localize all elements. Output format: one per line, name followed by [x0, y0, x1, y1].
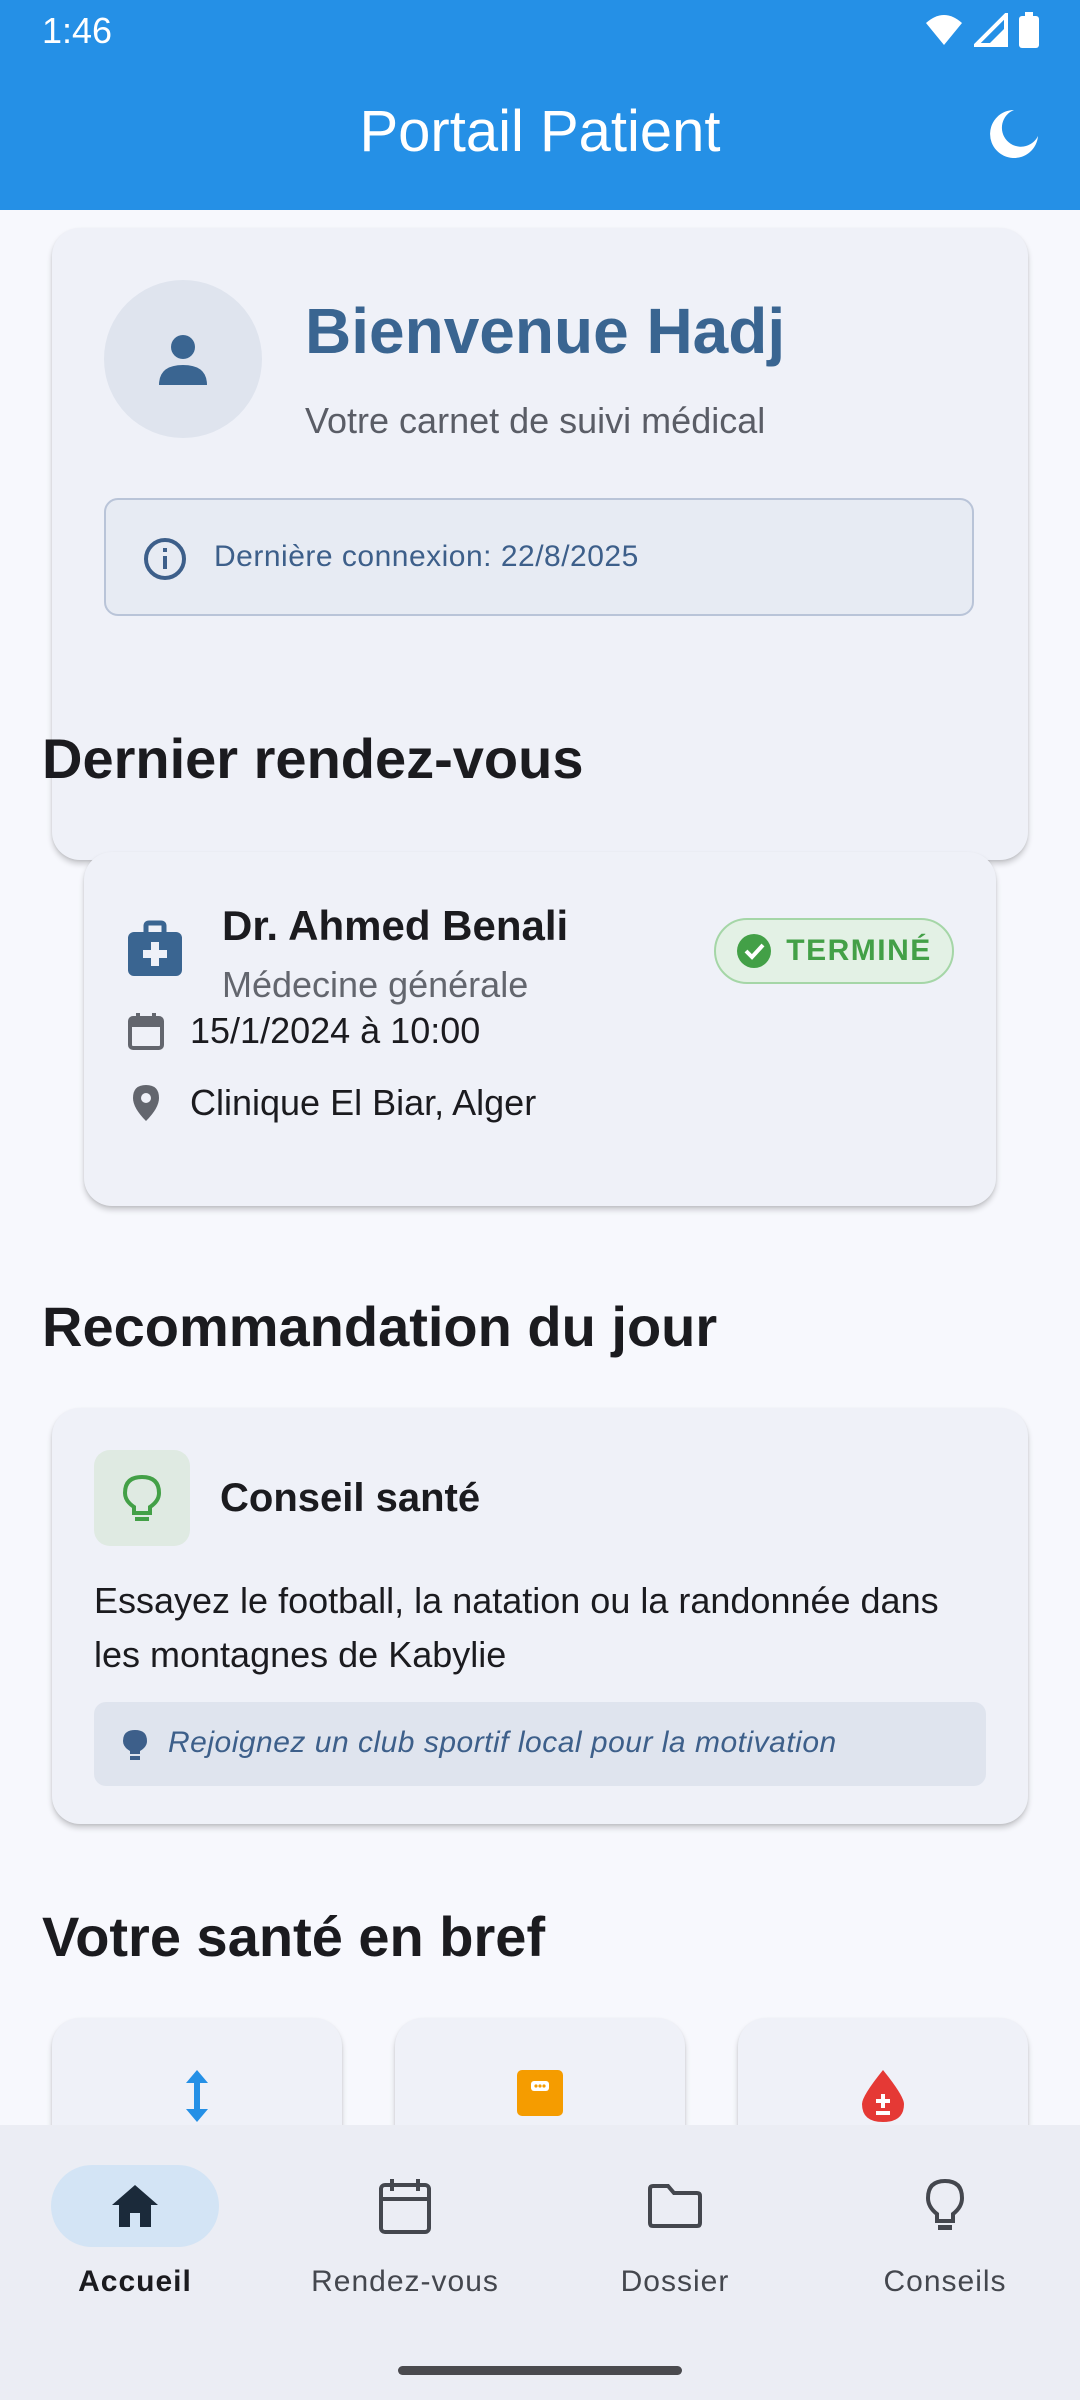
nav-item-conseils[interactable]: Conseils [810, 2165, 1080, 2325]
blood-type-icon [862, 2070, 904, 2122]
section-title-appointment: Dernier rendez-vous [42, 727, 584, 790]
tip-note-text: Rejoignez un club sportif local pour la … [168, 1726, 837, 1759]
section-title-health: Votre santé en bref [42, 1905, 546, 1968]
status-bar: 1:46 [0, 0, 1080, 62]
weight-note-icon [517, 2070, 563, 2116]
location-pin-icon [133, 1085, 159, 1121]
bottom-navigation: Accueil Rendez-vous Dossier Conseils [0, 2125, 1080, 2400]
tip-icon-container [94, 1450, 190, 1546]
nav-pill-active [51, 2165, 219, 2247]
nav-item-accueil[interactable]: Accueil [0, 2165, 270, 2325]
calendar-icon [379, 2179, 431, 2234]
appointment-location-row: Clinique El Biar, Alger [126, 1082, 536, 1124]
lightbulb-small-icon [123, 1730, 147, 1760]
main-content[interactable]: Bienvenue Hadj Votre carnet de suivi méd… [0, 210, 1080, 2125]
avatar [104, 280, 262, 438]
person-icon [159, 335, 207, 385]
appointment-datetime-row: 15/1/2024 à 10:00 [126, 1010, 480, 1052]
moon-icon [990, 110, 1038, 158]
tip-title: Conseil santé [220, 1476, 481, 1520]
status-badge-label: TERMINÉ [786, 934, 932, 967]
appointment-card[interactable]: Dr. Ahmed Benali Médecine générale TERMI… [84, 852, 996, 1206]
status-time: 1:46 [42, 10, 113, 51]
last-login-banner: Dernière connexion: 22/8/2025 [104, 498, 974, 616]
battery-icon [1019, 12, 1039, 48]
health-tip-card[interactable]: Conseil santé Essayez le football, la na… [52, 1408, 1028, 1824]
status-icons [924, 12, 1040, 48]
doctor-name: Dr. Ahmed Benali [222, 902, 569, 949]
lightbulb-icon [925, 2178, 965, 2230]
section-title-recommendation: Recommandation du jour [42, 1295, 718, 1358]
nav-label-rendez-vous: Rendez-vous [311, 2265, 499, 2298]
info-icon [144, 538, 186, 580]
last-login-text: Dernière connexion: 22/8/2025 [214, 540, 639, 573]
status-badge: TERMINÉ [714, 918, 954, 984]
welcome-subtitle: Votre carnet de suivi médical [305, 400, 766, 441]
home-indicator[interactable] [398, 2366, 682, 2375]
nav-label-conseils: Conseils [883, 2265, 1007, 2298]
wifi-icon [926, 15, 962, 45]
lightbulb-icon [122, 1474, 162, 1521]
doctor-specialty: Médecine générale [222, 964, 529, 1005]
app-title: Portail Patient [359, 99, 721, 164]
theme-toggle-button[interactable] [984, 104, 1044, 164]
tip-note: Rejoignez un club sportif local pour la … [94, 1702, 986, 1786]
appointment-location: Clinique El Biar, Alger [190, 1082, 537, 1123]
home-icon [112, 2185, 158, 2227]
signal-icon [974, 13, 1008, 47]
height-arrows-icon [186, 2070, 208, 2122]
nav-label-accueil: Accueil [78, 2265, 192, 2298]
health-stat-blood[interactable] [738, 2018, 1028, 2125]
medical-bag-icon [128, 920, 182, 976]
check-circle-icon [737, 934, 772, 968]
health-stat-weight[interactable] [395, 2018, 685, 2125]
nav-item-dossier[interactable]: Dossier [540, 2165, 810, 2325]
nav-label-dossier: Dossier [620, 2265, 730, 2298]
calendar-icon [128, 1013, 164, 1050]
health-stat-height[interactable] [52, 2018, 342, 2125]
tip-body: Essayez le football, la natation ou la r… [94, 1580, 939, 1675]
nav-item-rendez-vous[interactable]: Rendez-vous [270, 2165, 540, 2325]
folder-icon [648, 2184, 702, 2228]
welcome-title: Bienvenue Hadj [305, 295, 786, 367]
appointment-datetime: 15/1/2024 à 10:00 [190, 1010, 481, 1051]
app-bar: 1:46 Portail Patient [0, 0, 1080, 210]
